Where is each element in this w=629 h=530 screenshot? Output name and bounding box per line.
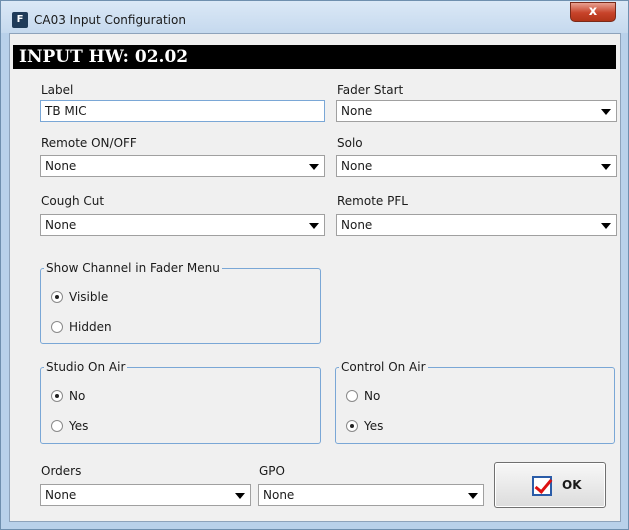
chevron-down-icon[interactable] xyxy=(601,164,611,170)
control-on-air-no-option[interactable]: No xyxy=(346,389,380,403)
app-icon: F xyxy=(12,12,28,28)
studio-on-air-yes-option[interactable]: Yes xyxy=(51,419,88,433)
option-label: Yes xyxy=(69,419,89,433)
show-channel-group-title: Show Channel in Fader Menu xyxy=(44,261,222,275)
solo-select[interactable]: None xyxy=(336,155,617,177)
chevron-down-icon[interactable] xyxy=(468,493,478,499)
chevron-down-icon[interactable] xyxy=(235,493,245,499)
radio-unchecked-icon[interactable] xyxy=(346,390,358,402)
radio-unchecked-icon[interactable] xyxy=(51,420,63,432)
fader-start-value: None xyxy=(341,104,373,118)
option-label: Visible xyxy=(69,290,109,304)
radio-checked-icon[interactable] xyxy=(346,420,358,432)
orders-select[interactable]: None xyxy=(40,484,251,506)
window-title: CA03 Input Configuration xyxy=(34,13,186,27)
title-bar[interactable]: F CA03 Input Configuration x xyxy=(1,1,628,33)
gpo-select[interactable]: None xyxy=(258,484,484,506)
chevron-down-icon[interactable] xyxy=(309,164,319,170)
chevron-down-icon[interactable] xyxy=(601,223,611,229)
studio-on-air-no-option[interactable]: No xyxy=(51,389,85,403)
label-caption: Label xyxy=(41,83,74,97)
studio-on-air-group: Studio On Air No Yes xyxy=(40,360,321,444)
remote-onoff-select[interactable]: None xyxy=(40,155,325,177)
option-label: Hidden xyxy=(69,320,112,334)
close-icon: x xyxy=(588,4,598,19)
remote-pfl-value: None xyxy=(341,218,373,232)
remote-pfl-caption: Remote PFL xyxy=(337,194,408,208)
remote-onoff-value: None xyxy=(45,159,77,173)
show-channel-visible-option[interactable]: Visible xyxy=(51,290,108,304)
option-label: No xyxy=(69,389,86,403)
gpo-value: None xyxy=(263,488,295,502)
cough-cut-select[interactable]: None xyxy=(40,214,325,236)
chevron-down-icon[interactable] xyxy=(309,223,319,229)
remote-pfl-select[interactable]: None xyxy=(336,214,617,236)
remote-onoff-caption: Remote ON/OFF xyxy=(41,136,137,150)
cough-cut-value: None xyxy=(45,218,77,232)
close-button[interactable]: x xyxy=(570,2,616,22)
option-label: Yes xyxy=(364,419,384,433)
control-on-air-group: Control On Air No Yes xyxy=(335,360,615,444)
fader-start-select[interactable]: None xyxy=(336,100,617,122)
radio-checked-icon[interactable] xyxy=(51,291,63,303)
show-channel-hidden-option[interactable]: Hidden xyxy=(51,320,112,334)
radio-unchecked-icon[interactable] xyxy=(51,321,63,333)
label-input[interactable]: TB MIC xyxy=(40,100,325,122)
control-on-air-yes-option[interactable]: Yes xyxy=(346,419,383,433)
studio-on-air-group-title: Studio On Air xyxy=(44,360,128,374)
chevron-down-icon[interactable] xyxy=(601,109,611,115)
option-label: No xyxy=(364,389,381,403)
orders-value: None xyxy=(45,488,77,502)
solo-value: None xyxy=(341,159,373,173)
radio-checked-icon[interactable] xyxy=(51,390,63,402)
gpo-caption: GPO xyxy=(259,464,285,478)
ok-button-label: OK xyxy=(562,478,582,492)
cough-cut-caption: Cough Cut xyxy=(41,194,105,208)
solo-caption: Solo xyxy=(337,136,363,150)
checkmark-icon xyxy=(532,476,552,496)
control-on-air-group-title: Control On Air xyxy=(339,360,428,374)
orders-caption: Orders xyxy=(41,464,82,478)
input-header: INPUT HW: 02.02 xyxy=(13,45,616,69)
ok-button[interactable]: OK xyxy=(494,462,606,508)
fader-start-caption: Fader Start xyxy=(337,83,404,97)
show-channel-group: Show Channel in Fader Menu Visible Hidde… xyxy=(40,261,321,344)
